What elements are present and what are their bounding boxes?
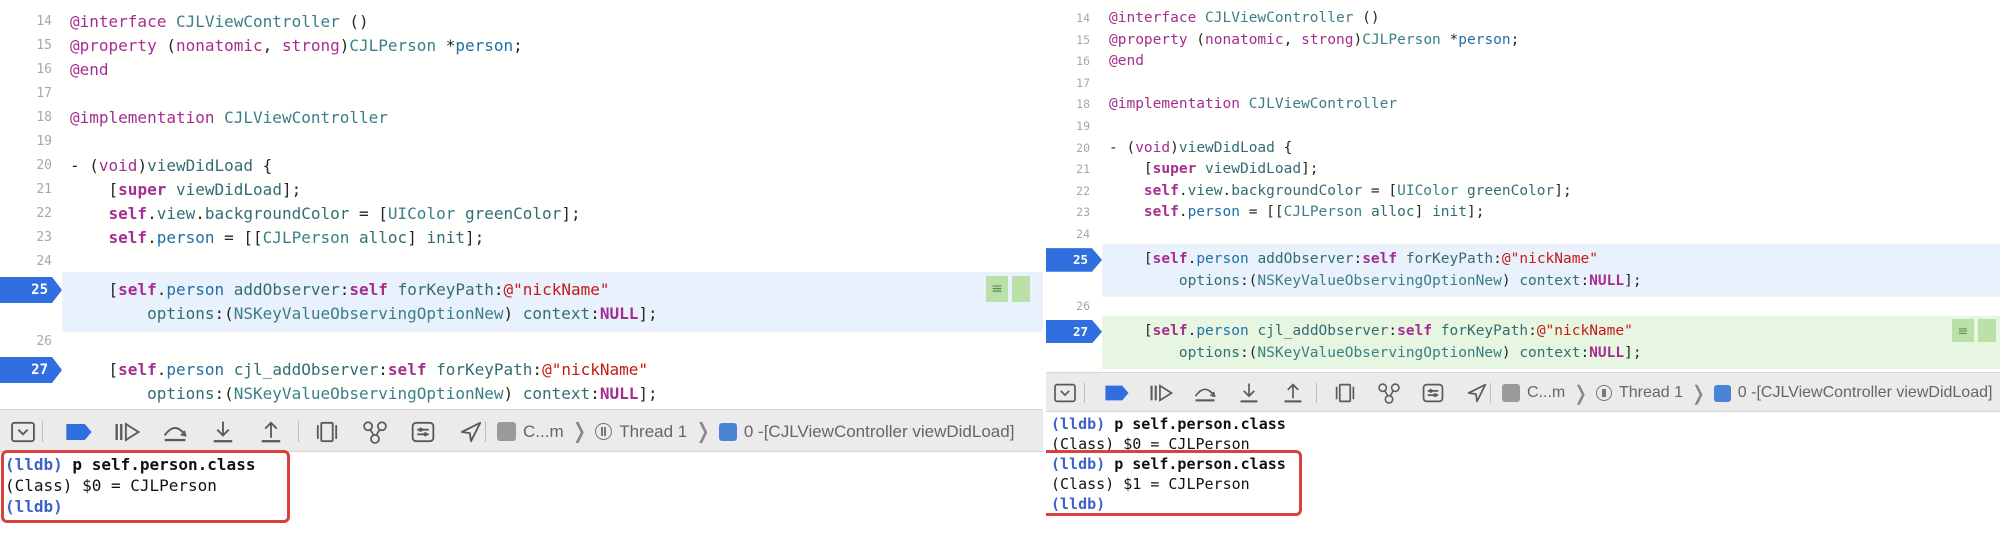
step-over-icon[interactable] (1188, 373, 1222, 413)
continue-icon[interactable] (1144, 373, 1178, 413)
toolbar-separator (1084, 383, 1085, 403)
code-text: @implementation CJLViewController (70, 108, 388, 127)
hide-debug-area-icon[interactable] (6, 410, 40, 453)
step-out-icon[interactable] (254, 410, 288, 453)
breadcrumb-frame[interactable]: 0 -[CJLViewController viewDidLoad] (744, 422, 1015, 442)
code-text: @end (1109, 53, 1144, 70)
code-text: self.person = [[CJLPerson alloc] init]; (108, 228, 485, 247)
breakpoints-toggle-icon[interactable] (62, 410, 96, 453)
environment-overrides-icon[interactable] (1416, 373, 1450, 413)
chevron-right-icon: ❭ (570, 420, 589, 443)
left-xcode-pane: 14 @interface CJLViewController () 15 @prop… (0, 0, 1043, 551)
breadcrumb-app[interactable]: C...m (1527, 384, 1565, 402)
code-line-17[interactable] (1046, 73, 2000, 95)
memory-graph-icon[interactable] (358, 410, 392, 453)
code-text: self.view.backgroundColor = [UIColor gre… (1143, 182, 1572, 199)
code-line-16[interactable] (1046, 51, 2000, 73)
breakpoints-toggle-icon[interactable] (1100, 373, 1134, 413)
code-text: self.person = [[CJLPerson alloc] init]; (1143, 204, 1485, 221)
code-text: @interface CJLViewController () (1109, 10, 1380, 26)
code-text: [self.person addObserver:self forKeyPath… (1109, 251, 1598, 268)
breadcrumb-thread[interactable]: Thread 1 (1619, 384, 1683, 402)
code-line-16[interactable] (0, 58, 1043, 82)
breadcrumb-app[interactable]: C...m (523, 422, 564, 442)
code-text: [super viewDidLoad]; (70, 180, 302, 199)
code-text: @property (nonatomic, strong)CJLPerson *… (1109, 31, 1520, 48)
chevron-right-icon: ❭ (1572, 382, 1589, 405)
thread-icon (1595, 385, 1612, 401)
toolbar-separator (485, 420, 486, 443)
lldb-console[interactable]: (lldb) p self.person.class (Class) $0 = C… (0, 450, 1043, 551)
code-text: - (void)viewDidLoad { (1109, 139, 1293, 156)
environment-overrides-icon[interactable] (406, 410, 440, 453)
code-text: [self.person cjl_addObserver:self forKey… (1109, 322, 1633, 339)
code-text: @end (70, 60, 109, 79)
hide-debug-area-icon[interactable] (1048, 373, 1082, 413)
code-text: @property (nonatomic, strong)CJLPerson *… (70, 36, 523, 55)
code-text: options:(NSKeyValueObservingOptionNew) c… (147, 384, 658, 403)
code-line-26[interactable] (0, 330, 1043, 354)
simulate-location-icon[interactable] (1460, 373, 1494, 413)
code-line-24[interactable] (1046, 224, 2000, 246)
breadcrumb-thread[interactable]: Thread 1 (619, 422, 687, 442)
code-text: [self.person cjl_addObserver:self forKey… (70, 360, 649, 379)
debug-toolbar: C...m ❭ Thread 1 ❭ 0 -[CJLViewController vie… (0, 409, 1043, 452)
thread-icon (595, 423, 613, 440)
simulate-location-icon[interactable] (454, 410, 488, 453)
source-editor[interactable]: 14 @interface CJLViewController () 15 @prop… (1046, 0, 2000, 372)
toolbar-separator (298, 420, 299, 443)
code-line-24[interactable] (0, 250, 1043, 274)
code-text: [super viewDidLoad]; (1109, 161, 1319, 178)
breadcrumb-frame[interactable]: 0 -[CJLViewController viewDidLoad] (1738, 384, 1993, 402)
toolbar-separator (42, 420, 43, 443)
code-line-19[interactable] (1046, 116, 2000, 138)
lldb-prompt: (lldb) (1051, 415, 1106, 433)
chevron-right-icon: ❭ (1690, 382, 1707, 405)
step-into-icon[interactable] (1232, 373, 1266, 413)
code-text: self.view.backgroundColor = [UIColor gre… (108, 204, 581, 223)
highlight-box (1046, 450, 1302, 516)
source-editor[interactable]: 14 @interface CJLViewController () 15 @prop… (0, 0, 1043, 409)
code-text: [self.person addObserver:self forKeyPath… (70, 280, 610, 299)
code-text: options:(NSKeyValueObservingOptionNew) c… (1178, 272, 1642, 289)
console-command-line: (lldb) p self.person.class (1051, 414, 1286, 434)
code-text: options:(NSKeyValueObservingOptionNew) c… (1178, 344, 1642, 361)
debug-breadcrumb[interactable]: C...m ❭ Thread 1 ❭ 0 -[CJLViewController vie… (1502, 373, 1992, 413)
chevron-right-icon: ❭ (694, 420, 712, 443)
right-xcode-pane: 14 @interface CJLViewController () 15 @prop… (1046, 0, 2000, 551)
debug-toolbar: C...m ❭ Thread 1 ❭ 0 -[CJLViewController vie… (1046, 372, 2000, 412)
code-text: @implementation CJLViewController (1109, 96, 1398, 113)
toolbar-separator (1490, 383, 1491, 403)
code-line-19[interactable] (0, 130, 1043, 154)
step-over-icon[interactable] (158, 410, 192, 453)
memory-graph-icon[interactable] (1372, 373, 1406, 413)
frame-person-icon (718, 422, 737, 441)
code-line-17[interactable] (0, 82, 1043, 106)
lldb-console[interactable]: (lldb) p self.person.class (Class) $0 = C… (1046, 412, 2000, 551)
frame-person-icon (1713, 384, 1731, 402)
step-out-icon[interactable] (1276, 373, 1310, 413)
debug-breadcrumb[interactable]: C...m ❭ Thread 1 ❭ 0 -[CJLViewController vie… (497, 410, 1014, 453)
lldb-command: p self.person.class (1105, 415, 1286, 433)
code-text: @interface CJLViewController () (70, 12, 369, 31)
code-text: options:(NSKeyValueObservingOptionNew) c… (147, 304, 658, 323)
app-icon (1502, 384, 1520, 402)
view-hierarchy-icon[interactable] (1328, 373, 1362, 413)
app-icon (497, 422, 516, 441)
highlight-box (1, 450, 290, 523)
view-hierarchy-icon[interactable] (310, 410, 344, 453)
step-into-icon[interactable] (206, 410, 240, 453)
code-line-26[interactable] (1046, 296, 2000, 318)
toolbar-separator (1316, 383, 1317, 403)
continue-icon[interactable] (110, 410, 144, 453)
code-text: - (void)viewDidLoad { (70, 156, 273, 175)
